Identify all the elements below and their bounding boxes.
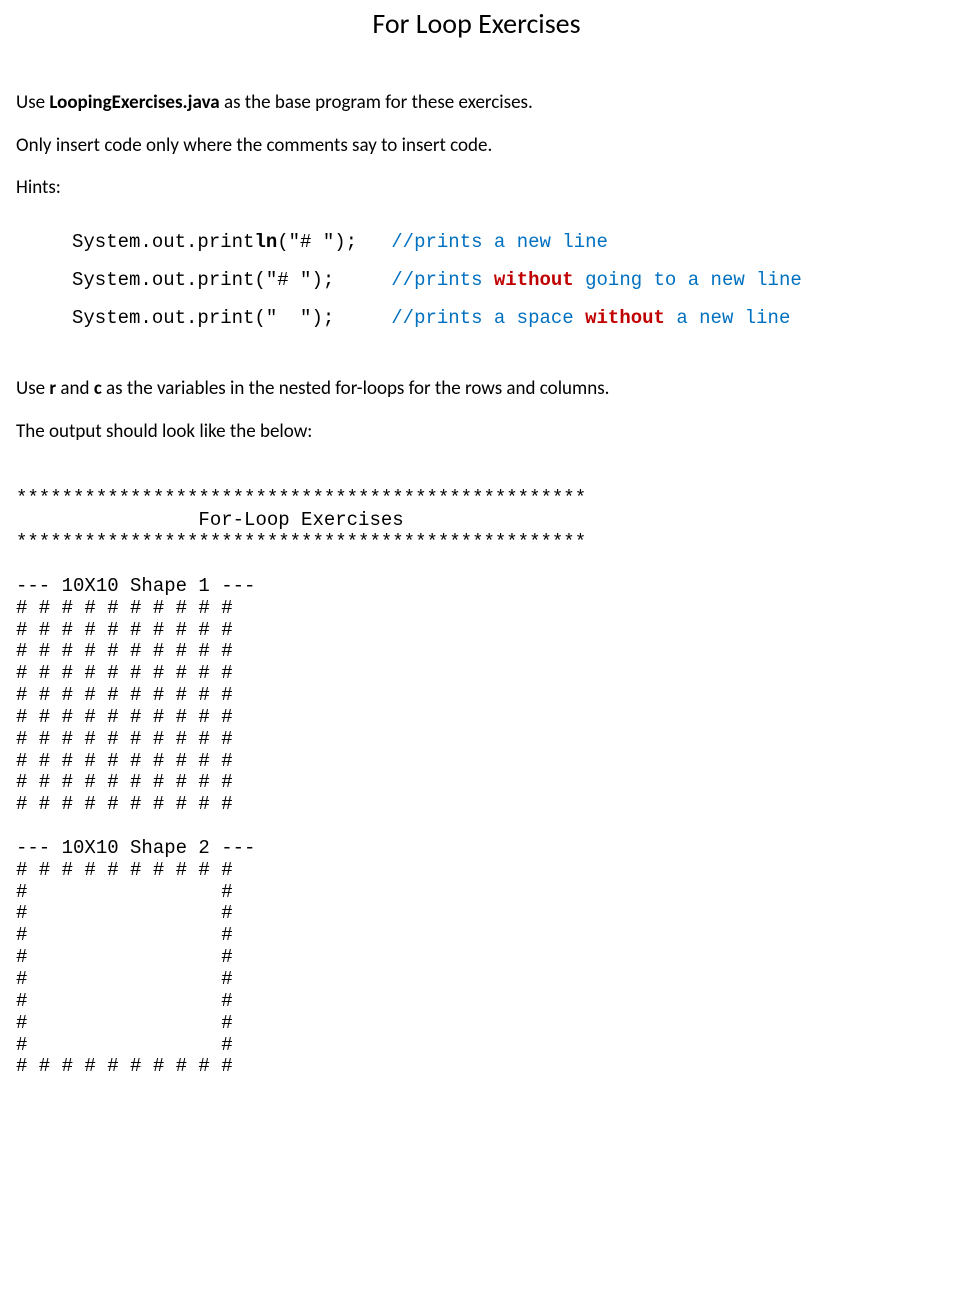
code-keyword: without xyxy=(494,269,574,291)
code-comment: //prints a new line xyxy=(391,231,608,253)
text-segment: Use xyxy=(16,91,49,114)
intro-paragraph-2: Only insert code only where the comments… xyxy=(16,134,937,159)
variables-paragraph: Use r and c as the variables in the nest… xyxy=(16,377,937,402)
code-bold: ln xyxy=(254,231,277,253)
code-comment: a new line xyxy=(665,307,790,329)
code-hints-block: System.out.println("# "); //prints a new… xyxy=(72,223,937,337)
page-title: For Loop Exercises xyxy=(16,6,937,41)
code-text: System.out.print(" "); xyxy=(72,307,391,329)
code-comment: //prints xyxy=(391,269,494,291)
output-intro: The output should look like the below: xyxy=(16,420,937,445)
code-comment: //prints a space xyxy=(391,307,585,329)
code-text: ("# "); xyxy=(277,231,391,253)
var-c: c xyxy=(94,377,102,400)
code-keyword: without xyxy=(585,307,665,329)
filename-bold: LoopingExercises.java xyxy=(49,91,219,114)
intro-paragraph-1: Use LoopingExercises.java as the base pr… xyxy=(16,91,937,116)
code-comment: going to a new line xyxy=(574,269,802,291)
hints-label: Hints: xyxy=(16,176,937,201)
text-segment: Use xyxy=(16,377,49,400)
output-block: ****************************************… xyxy=(16,488,937,1078)
code-text: System.out.print("# "); xyxy=(72,269,391,291)
code-text: System.out.print xyxy=(72,231,254,253)
text-segment: and xyxy=(56,377,94,400)
text-segment: as the variables in the nested for-loops… xyxy=(102,377,610,400)
text-segment: as the base program for these exercises. xyxy=(220,91,533,114)
